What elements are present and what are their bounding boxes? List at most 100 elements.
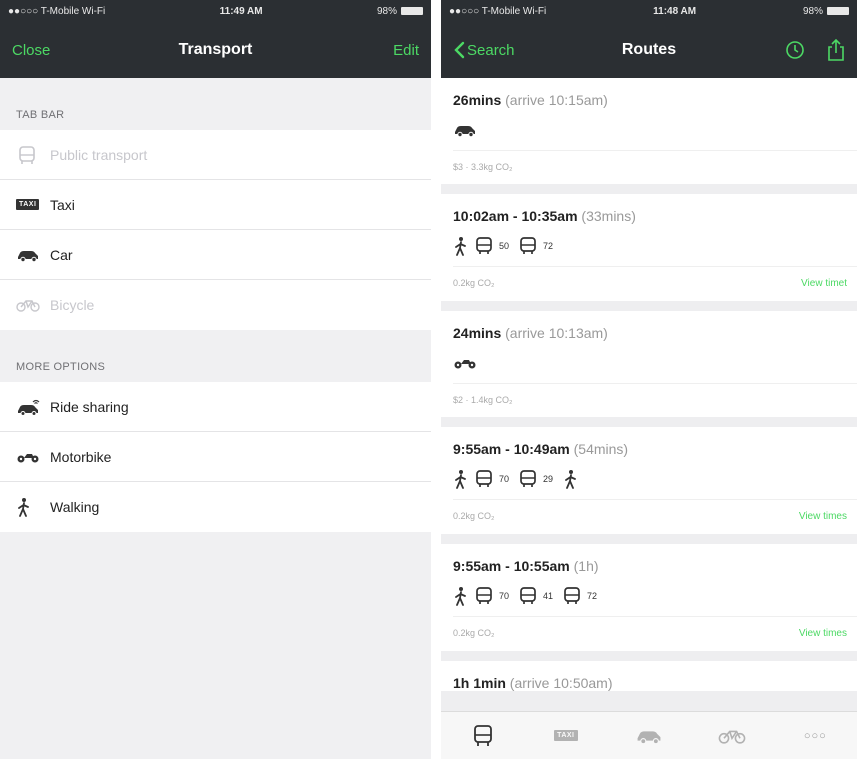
route-title: 9:55am - 10:55am (1h) (441, 544, 857, 574)
route-duration: 9:55am - 10:49am (453, 441, 570, 457)
ride-sharing-icon (16, 398, 50, 416)
car-icon (16, 248, 50, 262)
option-car[interactable]: Car (0, 230, 431, 280)
route-extra: (arrive 10:15am) (505, 92, 608, 108)
route-title: 10:02am - 10:35am (33mins) (441, 194, 857, 224)
route-cost: 0.2kg CO₂ (453, 278, 495, 288)
route-extra: (33mins) (581, 208, 636, 224)
route-footer: 0.2kg CO₂ View times (453, 616, 857, 651)
view-times-link[interactable]: View timet (801, 278, 847, 289)
carrier: ●●○○○ T-Mobile Wi-Fi (8, 5, 106, 17)
edit-button[interactable]: Edit (393, 42, 419, 59)
route-title: 26mins (arrive 10:15am) (441, 78, 857, 108)
clock-icon[interactable] (785, 40, 805, 60)
battery-level: 98% (376, 5, 397, 17)
tab-bar: TAXI ○○○ (441, 711, 857, 759)
tab-bar-list: Public transport TAXI Taxi Car Bicycle (0, 130, 431, 330)
route-card[interactable]: 9:55am - 10:55am (1h) 70 41 72 0.2kg CO₂ View… (441, 544, 857, 651)
view-times-link[interactable]: View times (799, 511, 847, 522)
walking-icon (453, 236, 469, 256)
view-times-link[interactable]: View times (799, 628, 847, 639)
more-options-list: Ride sharing Motorbike Walking (0, 382, 431, 532)
route-footer: 0.2kg CO₂ View times (453, 499, 857, 534)
status-bar: ●●○○○ T-Mobile Wi-Fi 11:49 AM 98% (0, 0, 431, 22)
route-footer: $3 · 3.3kg CO₂ (453, 150, 857, 184)
route-card[interactable]: 24mins (arrive 10:13am) $2 · 1.4kg CO₂ (441, 311, 857, 417)
route-extra: (54mins) (573, 441, 629, 457)
bus-icon (519, 469, 537, 489)
section-header-more-options: MORE OPTIONS (16, 361, 106, 373)
walking-icon (453, 469, 469, 489)
tab-more[interactable]: ○○○ (785, 718, 845, 754)
route-title: 9:55am - 10:49am (54mins) (441, 427, 857, 457)
route-modes: 70 29 (441, 457, 857, 499)
route-card[interactable]: 10:02am - 10:35am (33mins) 50 72 0.2kg CO₂ V… (441, 194, 857, 301)
route-duration: 9:55am - 10:55am (453, 558, 570, 574)
option-taxi[interactable]: TAXI Taxi (0, 180, 431, 230)
route-extra: (1h) (573, 558, 599, 574)
nav-bar: Search Routes (441, 22, 857, 78)
route-number: 29 (543, 474, 554, 484)
route-modes (441, 108, 857, 150)
close-button[interactable]: Close (12, 42, 50, 59)
option-label: Car (50, 246, 73, 263)
route-modes: 70 41 72 (441, 574, 857, 616)
route-number: 41 (543, 591, 554, 601)
route-cost: 0.2kg CO₂ (453, 628, 495, 638)
route-title: 24mins (arrive 10:13am) (441, 311, 857, 341)
route-modes: 50 72 (441, 224, 857, 266)
option-label: Public transport (50, 146, 148, 163)
bus-icon (519, 236, 537, 256)
option-label: Bicycle (50, 297, 95, 313)
route-duration: 1h 1min (453, 675, 506, 691)
route-duration: 26mins (453, 92, 502, 108)
motorbike-icon (453, 356, 477, 370)
taxi-badge: TAXI (16, 199, 40, 210)
option-public-transport[interactable]: Public transport (0, 130, 431, 180)
bus-icon (473, 724, 492, 746)
car-icon (637, 730, 661, 744)
tab-bicycle[interactable] (702, 718, 762, 754)
chevron-left-icon (454, 41, 465, 59)
route-duration: 24mins (453, 325, 502, 341)
motorbike-icon (16, 450, 50, 464)
option-bicycle[interactable]: Bicycle (0, 280, 431, 330)
route-cost: 0.2kg CO₂ (453, 511, 495, 521)
section-header-tab-bar: TAB BAR (16, 109, 65, 121)
route-card[interactable]: 1h 1min (arrive 10:50am) (441, 661, 857, 691)
battery-icon (827, 7, 849, 15)
tab-car[interactable] (619, 718, 679, 754)
battery-level: 98% (802, 5, 823, 17)
route-number: 70 (499, 591, 510, 601)
route-modes (441, 341, 857, 383)
page-title: Transport (178, 41, 253, 58)
option-ride-sharing[interactable]: Ride sharing (0, 382, 431, 432)
back-button[interactable]: Search (453, 41, 515, 59)
bus-icon (475, 469, 493, 489)
option-label: Motorbike (50, 448, 112, 465)
screen-divider (431, 0, 441, 759)
route-card[interactable]: 9:55am - 10:49am (54mins) 70 29 0.2kg CO₂ Vi… (441, 427, 857, 534)
option-label: Taxi (50, 196, 75, 213)
option-label: Ride sharing (50, 398, 129, 415)
share-icon[interactable] (827, 38, 845, 62)
car-icon (453, 123, 477, 137)
carrier: ●●○○○ T-Mobile Wi-Fi (449, 5, 547, 17)
walking-icon (453, 586, 469, 606)
bicycle-icon (718, 730, 746, 744)
route-cost: $3 · 3.3kg CO₂ (453, 162, 513, 172)
taxi-icon: TAXI (16, 199, 50, 210)
route-card[interactable]: 26mins (arrive 10:15am) $3 · 3.3kg CO₂ (441, 78, 857, 184)
route-footer: $2 · 1.4kg CO₂ (453, 383, 857, 417)
walking-icon (563, 469, 579, 489)
taxi-icon: TAXI (554, 730, 578, 741)
option-motorbike[interactable]: Motorbike (0, 432, 431, 482)
back-label: Search (467, 41, 515, 59)
walking-icon (16, 497, 50, 517)
option-walking[interactable]: Walking (0, 482, 431, 532)
bus-icon (475, 586, 493, 606)
tab-taxi[interactable]: TAXI (536, 718, 596, 754)
tab-public-transport[interactable] (453, 718, 513, 754)
battery-icon (401, 7, 423, 15)
routes-screen: ●●○○○ T-Mobile Wi-Fi 11:48 AM 98% Search… (441, 0, 857, 759)
